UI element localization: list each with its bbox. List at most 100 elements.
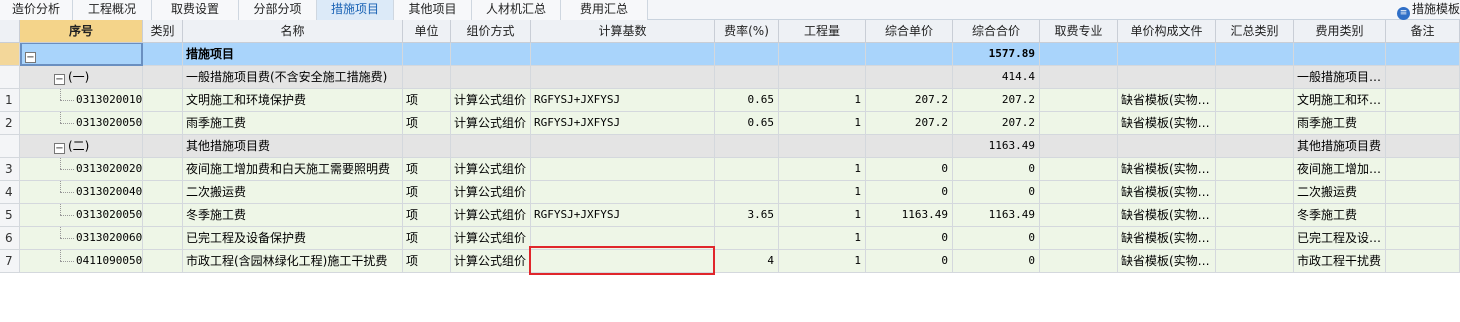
tab-1[interactable]: 造价分析 xyxy=(0,0,73,20)
method-cell[interactable]: 计算公式组价 xyxy=(451,204,531,227)
base-cell-selected[interactable] xyxy=(531,250,715,273)
fee-type-cell[interactable]: 冬季施工费 xyxy=(1294,204,1386,227)
header-col-15[interactable]: 备注 xyxy=(1386,20,1460,43)
empty-cell[interactable] xyxy=(531,66,715,89)
seq-cell[interactable]: − xyxy=(20,43,143,66)
unit-cell[interactable]: 项 xyxy=(403,112,451,135)
name-cell[interactable]: 文明施工和环境保护费 xyxy=(183,89,403,112)
item-row[interactable]: 3031302002001夜间施工增加费和白天施工需要照明费项计算公式组价100… xyxy=(0,158,1460,181)
tab-3[interactable]: 取费设置 xyxy=(152,0,239,20)
summary-type-cell[interactable] xyxy=(1216,227,1294,250)
base-cell[interactable] xyxy=(531,181,715,204)
total-cell[interactable]: 0 xyxy=(953,158,1040,181)
method-cell[interactable]: 计算公式组价 xyxy=(451,181,531,204)
code-cell[interactable]: 031302006001 xyxy=(20,227,143,250)
seq-cell[interactable]: − (二) xyxy=(20,135,143,158)
summary-type-cell[interactable] xyxy=(1216,181,1294,204)
measure-template-button[interactable]: ≡ 措施模板 xyxy=(1395,0,1460,20)
template-cell[interactable]: 缺省模板(实物… xyxy=(1118,112,1216,135)
item-row[interactable]: 6031302006001已完工程及设备保护费项计算公式组价100缺省模板(实物… xyxy=(0,227,1460,250)
qty-cell[interactable]: 1 xyxy=(779,89,866,112)
empty-cell[interactable] xyxy=(1118,135,1216,158)
unit-cell[interactable]: 项 xyxy=(403,227,451,250)
tab-8[interactable]: 费用汇总 xyxy=(561,0,648,20)
unit-price-cell[interactable]: 207.2 xyxy=(866,112,953,135)
unit-price-cell[interactable]: 1163.49 xyxy=(866,204,953,227)
seq-cell[interactable]: − (一) xyxy=(20,66,143,89)
template-cell[interactable]: 缺省模板(实物… xyxy=(1118,250,1216,273)
unit-cell[interactable]: 项 xyxy=(403,89,451,112)
template-cell[interactable]: 缺省模板(实物… xyxy=(1118,181,1216,204)
code-cell[interactable]: 031302005002 xyxy=(20,204,143,227)
category-cell[interactable] xyxy=(143,227,183,250)
category-cell[interactable] xyxy=(143,158,183,181)
name-cell[interactable]: 已完工程及设备保护费 xyxy=(183,227,403,250)
summary-type-cell[interactable] xyxy=(1216,158,1294,181)
remark-cell[interactable] xyxy=(1386,158,1460,181)
code-cell[interactable]: 031302005001 xyxy=(20,112,143,135)
header-col-1[interactable]: 序号 xyxy=(20,20,143,43)
name-cell[interactable]: 一般措施项目费(不含安全施工措施费) xyxy=(183,66,403,89)
fee-specialty-cell[interactable] xyxy=(1040,181,1118,204)
empty-cell[interactable] xyxy=(403,43,451,66)
empty-cell[interactable] xyxy=(715,43,779,66)
unit-cell[interactable]: 项 xyxy=(403,204,451,227)
empty-cell[interactable] xyxy=(1294,43,1386,66)
collapse-toggle-icon[interactable]: − xyxy=(54,143,65,154)
row-measures-total[interactable]: − 措施项目 1577.89 xyxy=(0,43,1460,66)
qty-cell[interactable]: 1 xyxy=(779,227,866,250)
unit-cell[interactable]: 项 xyxy=(403,181,451,204)
method-cell[interactable]: 计算公式组价 xyxy=(451,112,531,135)
remark-cell[interactable] xyxy=(1386,250,1460,273)
empty-cell[interactable] xyxy=(1118,66,1216,89)
empty-cell[interactable] xyxy=(531,135,715,158)
name-cell[interactable]: 夜间施工增加费和白天施工需要照明费 xyxy=(183,158,403,181)
base-cell[interactable] xyxy=(531,158,715,181)
header-col-10[interactable]: 综合合价 xyxy=(953,20,1040,43)
empty-cell[interactable] xyxy=(451,43,531,66)
empty-cell[interactable] xyxy=(779,43,866,66)
group-row[interactable]: − (一) 一般措施项目费(不含安全施工措施费) 414.4 一般措施项目… xyxy=(0,66,1460,89)
remark-cell[interactable] xyxy=(1386,181,1460,204)
empty-cell[interactable] xyxy=(451,135,531,158)
code-cell[interactable]: 031302002001 xyxy=(20,158,143,181)
rate-cell[interactable]: 0.65 xyxy=(715,89,779,112)
category-cell[interactable] xyxy=(143,181,183,204)
fee-type-cell[interactable]: 其他措施项目费 xyxy=(1294,135,1386,158)
name-cell[interactable]: 其他措施项目费 xyxy=(183,135,403,158)
qty-cell[interactable]: 1 xyxy=(779,112,866,135)
tab-4[interactable]: 分部分项 xyxy=(239,0,317,20)
item-row[interactable]: 2031302005001雨季施工费项计算公式组价RGFYSJ+JXFYSJ0.… xyxy=(0,112,1460,135)
empty-cell[interactable] xyxy=(1040,135,1118,158)
fee-specialty-cell[interactable] xyxy=(1040,112,1118,135)
fee-type-cell[interactable]: 市政工程干扰费 xyxy=(1294,250,1386,273)
base-cell[interactable]: RGFYSJ+JXFYSJ xyxy=(531,204,715,227)
empty-cell[interactable] xyxy=(1118,43,1216,66)
category-cell[interactable] xyxy=(143,112,183,135)
rate-cell[interactable]: 4 xyxy=(715,250,779,273)
qty-cell[interactable]: 1 xyxy=(779,158,866,181)
unit-cell[interactable]: 项 xyxy=(403,158,451,181)
total-cell[interactable]: 207.2 xyxy=(953,89,1040,112)
total-cell[interactable]: 1163.49 xyxy=(953,135,1040,158)
total-cell[interactable]: 1163.49 xyxy=(953,204,1040,227)
rate-cell[interactable]: 3.65 xyxy=(715,204,779,227)
method-cell[interactable]: 计算公式组价 xyxy=(451,250,531,273)
fee-type-cell[interactable]: 已完工程及设… xyxy=(1294,227,1386,250)
template-cell[interactable]: 缺省模板(实物… xyxy=(1118,204,1216,227)
fee-type-cell[interactable]: 二次搬运费 xyxy=(1294,181,1386,204)
header-col-9[interactable]: 综合单价 xyxy=(866,20,953,43)
remark-cell[interactable] xyxy=(1386,135,1460,158)
method-cell[interactable]: 计算公式组价 xyxy=(451,89,531,112)
base-cell[interactable] xyxy=(531,227,715,250)
tab-6[interactable]: 其他项目 xyxy=(394,0,472,20)
header-col-4[interactable]: 单位 xyxy=(403,20,451,43)
empty-cell[interactable] xyxy=(1386,43,1460,66)
empty-cell[interactable] xyxy=(1040,43,1118,66)
qty-cell[interactable]: 1 xyxy=(779,250,866,273)
total-cell[interactable]: 414.4 xyxy=(953,66,1040,89)
rate-cell[interactable] xyxy=(715,181,779,204)
fee-type-cell[interactable]: 夜间施工增加… xyxy=(1294,158,1386,181)
empty-cell[interactable] xyxy=(1216,135,1294,158)
empty-cell[interactable] xyxy=(866,135,953,158)
